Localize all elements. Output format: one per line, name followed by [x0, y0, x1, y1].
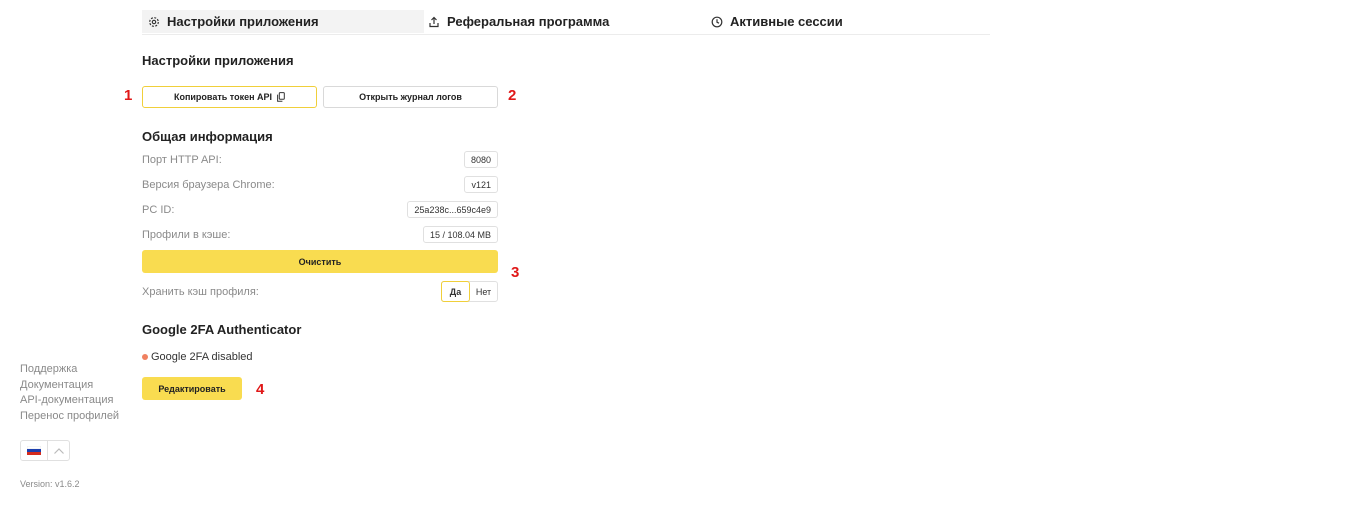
tab-active-sessions[interactable]: Активные сессии — [711, 10, 843, 33]
tab-label: Активные сессии — [730, 14, 843, 29]
gear-icon — [149, 16, 159, 27]
2fa-status: Google 2FA disabled — [142, 351, 253, 363]
cached-profiles-value: 15 / 108.04 MB — [422, 226, 498, 243]
chrome-version-label: Версия браузера Chrome: — [142, 179, 275, 191]
profile-transfer-link[interactable]: Перенос профилей — [20, 409, 119, 425]
status-dot-icon — [142, 354, 148, 360]
annotation-marker-3: 3 — [511, 264, 520, 281]
toggle-no-option[interactable]: Нет — [470, 282, 497, 301]
api-docs-link[interactable]: API-документация — [20, 393, 119, 409]
clear-cache-button[interactable]: Очистить — [142, 250, 498, 273]
pc-id-value: 25a238c...659c4e9 — [407, 201, 498, 218]
russia-flag-icon[interactable] — [21, 441, 47, 460]
annotation-marker-2: 2 — [508, 87, 517, 104]
copy-api-token-label: Копировать токен API — [173, 92, 273, 102]
language-selector — [20, 440, 70, 461]
tab-label: Настройки приложения — [167, 14, 319, 29]
chrome-version-value: v121 — [464, 176, 498, 193]
documentation-link[interactable]: Документация — [20, 378, 119, 394]
cached-profiles-label: Профили в кэше: — [142, 229, 231, 241]
edit-2fa-label: Редактировать — [158, 383, 226, 394]
section-title-general-info: Общая информация — [142, 129, 273, 144]
app-version: Version: v1.6.2 — [20, 479, 80, 489]
section-title-app-settings: Настройки приложения — [142, 53, 294, 68]
http-api-port-value: 8080 — [463, 151, 498, 168]
toggle-yes-option[interactable]: Да — [441, 281, 470, 302]
edit-2fa-button[interactable]: Редактировать — [142, 377, 242, 400]
annotation-marker-1: 1 — [124, 87, 133, 104]
2fa-status-text: Google 2FA disabled — [151, 351, 253, 363]
copy-icon — [277, 92, 285, 102]
keep-profile-cache-label: Хранить кэш профиля: — [142, 286, 259, 298]
tab-label: Реферальная программа — [447, 14, 610, 29]
clock-icon — [711, 16, 723, 27]
support-link[interactable]: Поддержка — [20, 362, 119, 378]
clear-cache-label: Очистить — [298, 256, 342, 267]
open-logs-button[interactable]: Открыть журнал логов — [323, 86, 498, 108]
chevron-up-icon[interactable] — [47, 441, 69, 460]
keep-cache-toggle: Да Нет — [441, 281, 498, 302]
copy-api-token-button[interactable]: Копировать токен API — [142, 86, 317, 108]
tab-app-settings[interactable]: Настройки приложения — [142, 10, 424, 33]
pc-id-label: PC ID: — [142, 204, 175, 216]
http-api-port-label: Порт HTTP API: — [142, 154, 222, 166]
share-icon — [429, 16, 439, 27]
sidebar-links: Поддержка Документация API-документация … — [20, 362, 119, 424]
tab-bar: Настройки приложения Реферальная програм… — [142, 10, 990, 35]
open-logs-label: Открыть журнал логов — [359, 92, 462, 102]
tab-referral[interactable]: Реферальная программа — [428, 10, 609, 33]
annotation-marker-4: 4 — [256, 381, 265, 398]
section-title-2fa: Google 2FA Authenticator — [142, 322, 302, 337]
